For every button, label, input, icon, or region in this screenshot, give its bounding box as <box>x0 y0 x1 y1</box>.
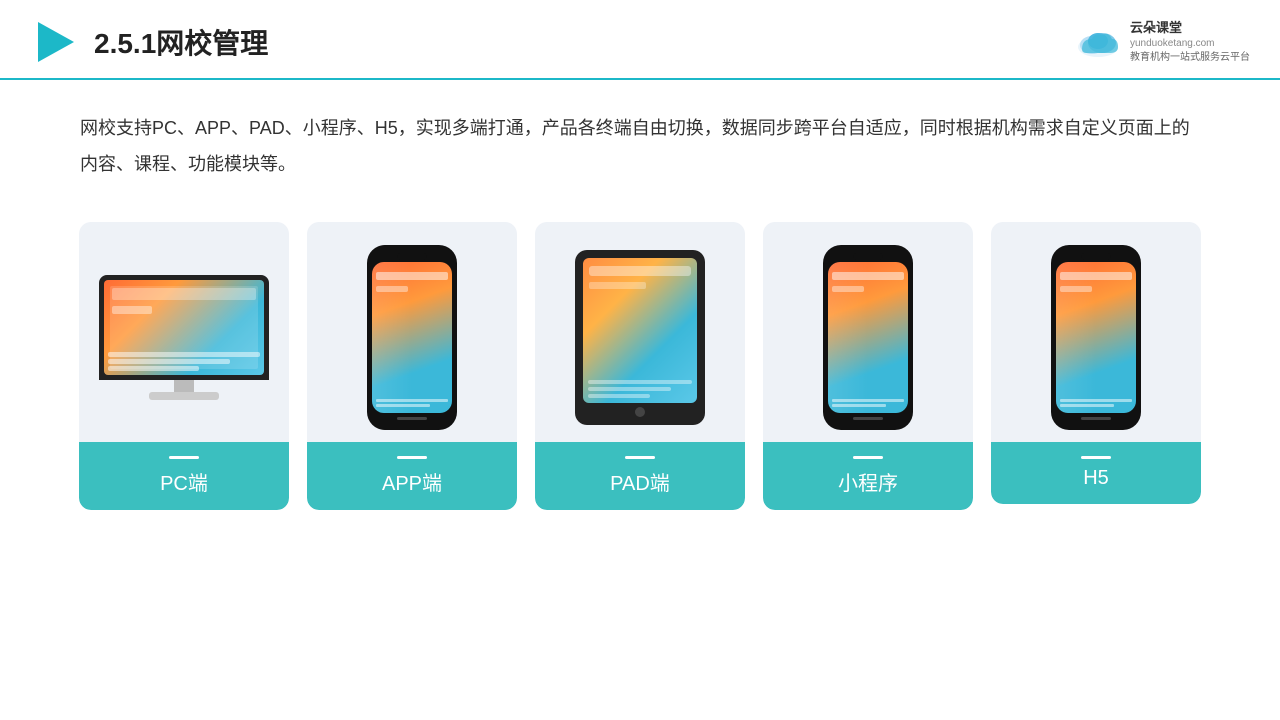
card-app-image <box>307 222 517 442</box>
card-h5-label: H5 <box>991 442 1201 504</box>
card-pad-image <box>535 222 745 442</box>
card-miniprogram: 小程序 <box>763 222 973 510</box>
play-icon <box>30 18 78 66</box>
card-h5: H5 <box>991 222 1201 504</box>
phone-mockup-h5 <box>1051 245 1141 430</box>
card-pad-label: PAD端 <box>535 442 745 510</box>
cards-container: PC端 APP端 <box>0 192 1280 540</box>
card-pc-label: PC端 <box>79 442 289 510</box>
phone-mockup-mini <box>823 245 913 430</box>
card-miniprogram-image <box>763 222 973 442</box>
pc-mockup <box>99 275 269 400</box>
logo-area: 云朵课堂 yunduoketang.com 教育机构一站式服务云平台 <box>1072 19 1250 65</box>
card-app-label: APP端 <box>307 442 517 510</box>
page-title: 2.5.1网校管理 <box>94 22 268 62</box>
tablet-mockup <box>575 250 705 425</box>
card-pc-image <box>79 222 289 442</box>
logo-text: 云朵课堂 yunduoketang.com 教育机构一站式服务云平台 <box>1130 19 1250 65</box>
card-pad: PAD端 <box>535 222 745 510</box>
card-app: APP端 <box>307 222 517 510</box>
card-pc: PC端 <box>79 222 289 510</box>
description-text: 网校支持PC、APP、PAD、小程序、H5，实现多端打通，产品各终端自由切换，数… <box>0 80 1280 192</box>
card-miniprogram-label: 小程序 <box>763 442 973 510</box>
header-left: 2.5.1网校管理 <box>30 18 268 66</box>
card-h5-image <box>991 222 1201 442</box>
phone-mockup-app <box>367 245 457 430</box>
header: 2.5.1网校管理 云朵课堂 yunduoketang.com 教育机构一站式服… <box>0 0 1280 80</box>
logo-icon <box>1072 23 1124 61</box>
